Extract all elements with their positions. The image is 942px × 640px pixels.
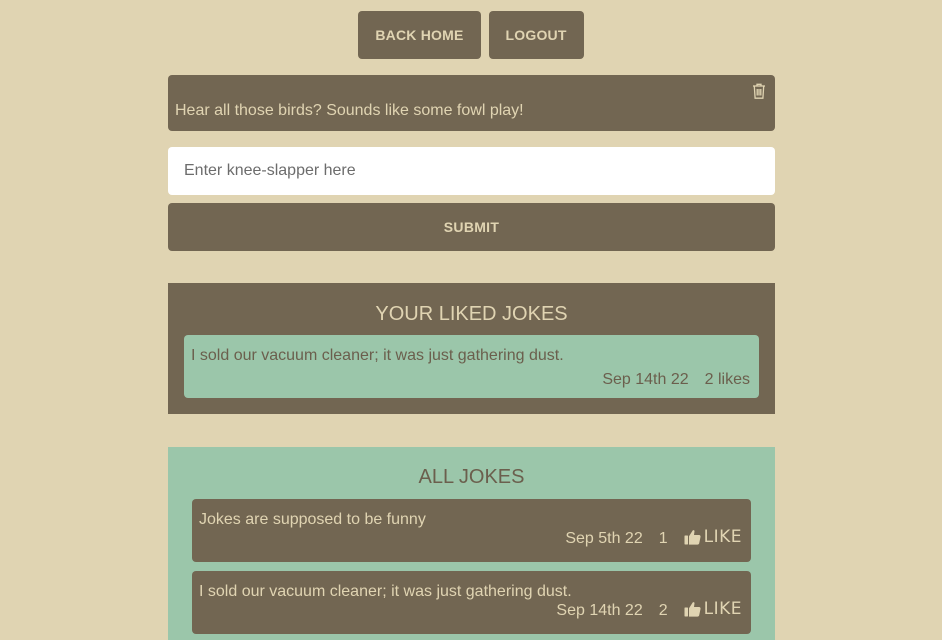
back-home-button[interactable]: BACK HOME xyxy=(358,11,481,59)
all-jokes-title: ALL JOKES xyxy=(418,466,525,488)
liked-joke-likes: 2 likes xyxy=(704,371,750,388)
thumbs-up-icon xyxy=(684,602,701,617)
joke-meta: Sep 5th 22 1 LIKE xyxy=(565,526,742,548)
all-jokes-section: ALL JOKES Jokes are supposed to be funny… xyxy=(168,447,775,640)
logout-button[interactable]: LOGOUT xyxy=(488,11,584,59)
liked-jokes-title: YOUR LIKED JOKES xyxy=(375,303,568,325)
joke-text: Jokes are supposed to be funny xyxy=(199,511,426,528)
joke-meta: Sep 14th 22 2 LIKE xyxy=(556,598,742,620)
top-nav: BACK HOME LOGOUT xyxy=(0,11,942,59)
liked-joke-card: I sold our vacuum cleaner; it was just g… xyxy=(184,335,759,398)
joke-date: Sep 5th 22 xyxy=(565,530,643,547)
like-label: LIKE xyxy=(703,599,742,619)
submit-button[interactable]: SUBMIT xyxy=(168,203,775,251)
thumbs-up-icon xyxy=(684,530,701,545)
liked-jokes-section: YOUR LIKED JOKES I sold our vacuum clean… xyxy=(168,283,775,414)
joke-card: Jokes are supposed to be funny Sep 5th 2… xyxy=(192,499,751,562)
my-joke-text: Hear all those birds? Sounds like some f… xyxy=(175,102,524,119)
joke-like-count: 1 xyxy=(658,530,668,547)
my-joke-card: Hear all those birds? Sounds like some f… xyxy=(168,75,775,131)
joke-text: I sold our vacuum cleaner; it was just g… xyxy=(199,583,572,600)
liked-joke-date: Sep 14th 22 xyxy=(602,371,689,388)
liked-joke-meta: Sep 14th 22 2 likes xyxy=(602,371,750,389)
joke-like-count: 2 xyxy=(658,602,668,619)
page: BACK HOME LOGOUT Hear all those birds? S… xyxy=(0,0,942,640)
joke-date: Sep 14th 22 xyxy=(556,602,643,619)
trash-icon[interactable] xyxy=(751,82,767,100)
like-button[interactable]: LIKE xyxy=(684,599,742,619)
liked-joke-text: I sold our vacuum cleaner; it was just g… xyxy=(191,347,564,364)
joke-card: I sold our vacuum cleaner; it was just g… xyxy=(192,571,751,634)
like-label: LIKE xyxy=(703,527,742,547)
like-button[interactable]: LIKE xyxy=(684,527,742,547)
joke-input[interactable] xyxy=(168,147,775,195)
